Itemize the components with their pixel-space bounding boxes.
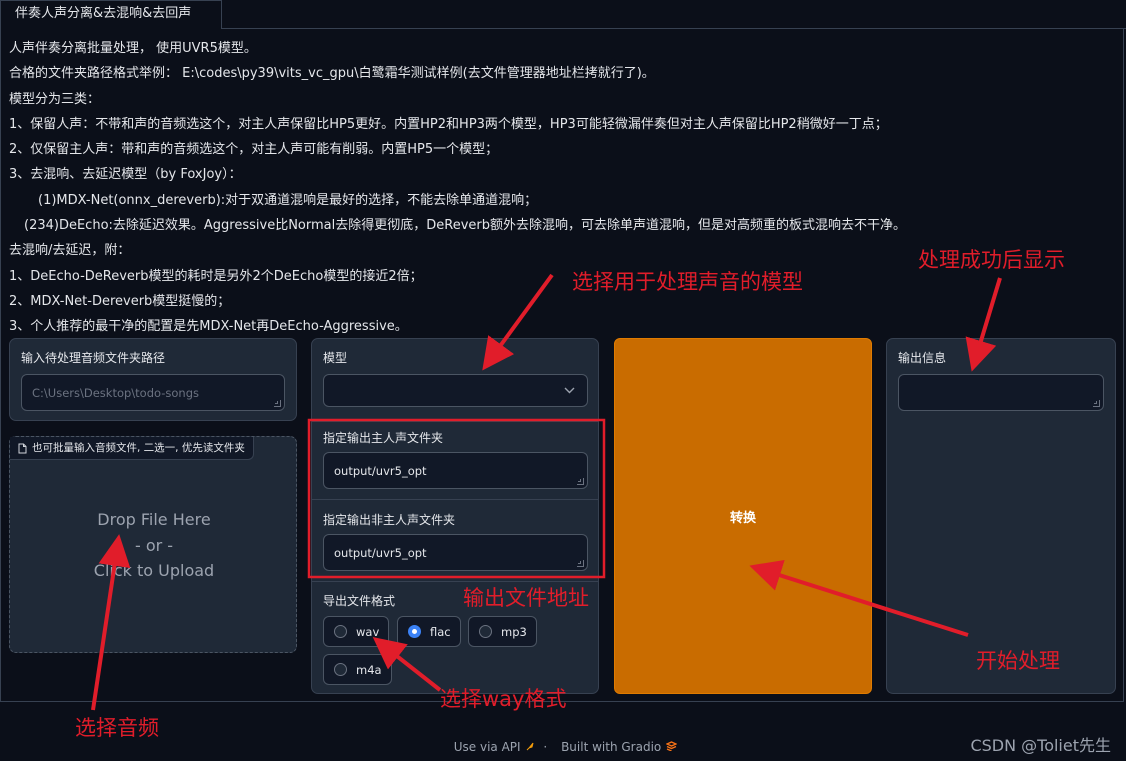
- click-to-upload-text[interactable]: Click to Upload: [10, 558, 298, 584]
- radio-circle: [334, 625, 347, 638]
- convert-button[interactable]: 转换: [614, 338, 872, 694]
- annotation-wav-format: 选择way格式: [440, 687, 567, 711]
- tab-uvr5[interactable]: 伴奏人声分离&去混响&去回声: [0, 0, 222, 28]
- desc-line: (234)DeEcho:去除延迟效果。Aggressive比Normal去除得更…: [24, 218, 906, 234]
- format-option-m4a[interactable]: m4a: [323, 654, 392, 685]
- desc-line: (1)MDX-Net(onnx_dereverb):对于双通道混响是最好的选择，…: [38, 192, 538, 208]
- watermark: CSDN @Toliet先生: [970, 736, 1111, 755]
- annotation-start: 开始处理: [976, 649, 1060, 673]
- instrumental-output-label: 指定输出非主人声文件夹: [323, 513, 456, 527]
- vocal-output-field[interactable]: output/uvr5_opt: [323, 452, 588, 489]
- instrumental-output-field[interactable]: output/uvr5_opt: [323, 534, 588, 571]
- annotation-audio: 选择音频: [75, 716, 159, 740]
- input-folder-field[interactable]: C:\Users\Desktop\todo-songs: [21, 374, 285, 411]
- radio-circle: [334, 663, 347, 676]
- file-icon: [18, 443, 27, 453]
- chevron-down-icon: [564, 387, 575, 394]
- upload-tag: 也可批量输入音频文件, 二选一, 优先读文件夹: [10, 437, 254, 460]
- format-option-label: wav: [356, 624, 380, 639]
- use-via-api-link[interactable]: Use via API: [454, 740, 521, 754]
- desc-line: 3、去混响、去延迟模型（by FoxJoy）：: [9, 167, 242, 183]
- footer-separator: ·: [543, 740, 548, 754]
- rocket-icon: [526, 742, 534, 751]
- annotation-success: 处理成功后显示: [918, 248, 1065, 272]
- output-info-field[interactable]: [898, 374, 1104, 411]
- desc-line: 人声伴奏分离批量处理， 使用UVR5模型。: [9, 41, 257, 56]
- model-dropdown[interactable]: [323, 374, 588, 407]
- format-option-mp3[interactable]: mp3: [468, 616, 537, 647]
- format-option-flac[interactable]: flac: [397, 616, 461, 647]
- annotation-output-path: 输出文件地址: [463, 586, 589, 610]
- format-option-wav[interactable]: wav: [323, 616, 389, 647]
- desc-line: 2、仅保留主人声：带和声的音频选这个，对主人声可能有削弱。内置HP5一个模型；: [9, 142, 499, 158]
- model-label: 模型: [323, 351, 348, 365]
- format-option-label: flac: [430, 624, 451, 639]
- instrumental-output-value: output/uvr5_opt: [334, 545, 427, 560]
- gradio-logo-icon: [665, 741, 678, 752]
- vocal-output-value: output/uvr5_opt: [334, 463, 427, 478]
- format-option-label: m4a: [356, 662, 382, 677]
- desc-line: 3、个人推荐的最干净的配置是先MDX-Net再DeEcho-Aggressive…: [9, 319, 408, 335]
- format-option-label: mp3: [501, 624, 527, 639]
- file-upload-dropzone[interactable]: 也可批量输入音频文件, 二选一, 优先读文件夹 Drop File Here -…: [9, 436, 297, 653]
- tab-bar: 伴奏人声分离&去混响&去回声: [0, 0, 1126, 29]
- tab-label: 伴奏人声分离&去混响&去回声: [15, 6, 192, 21]
- annotation-model: 选择用于处理声音的模型: [572, 270, 803, 294]
- drop-text: Drop File Here: [97, 510, 211, 529]
- output-info-block: 输出信息: [886, 338, 1116, 694]
- input-folder-placeholder: C:\Users\Desktop\todo-songs: [32, 385, 200, 400]
- vocal-output-label: 指定输出主人声文件夹: [323, 431, 444, 445]
- built-with-gradio-link[interactable]: Built with Gradio: [561, 740, 661, 754]
- description: 人声伴奏分离批量处理， 使用UVR5模型。 合格的文件夹路径格式举例： E:\c…: [9, 36, 1109, 340]
- footer: Use via API · Built with Gradio: [0, 740, 1126, 754]
- upload-prompt: Drop File Here - or - Click to Upload: [10, 507, 298, 584]
- input-folder-block: 输入待处理音频文件夹路径 C:\Users\Desktop\todo-songs: [9, 338, 297, 421]
- model-settings-block: 模型 指定输出主人声文件夹 output/uvr5_opt 指定输出非主人声文件…: [311, 338, 599, 694]
- desc-line: 1、保留人声：不带和声的音频选这个，对主人声保留比HP5更好。内置HP2和HP3…: [9, 116, 888, 132]
- desc-line: 2、MDX-Net-Dereverb模型挺慢的；: [9, 293, 231, 309]
- desc-line: 模型分为三类：: [9, 91, 101, 107]
- desc-line: 合格的文件夹路径格式举例： E:\codes\py39\vits_vc_gpu\…: [9, 66, 655, 82]
- format-label: 导出文件格式: [323, 594, 396, 608]
- output-info-label: 输出信息: [898, 351, 947, 365]
- radio-circle-selected: [408, 625, 421, 638]
- or-text: - or -: [134, 535, 174, 555]
- radio-circle: [479, 625, 492, 638]
- convert-button-label: 转换: [729, 510, 756, 526]
- upload-tag-label: 也可批量输入音频文件, 二选一, 优先读文件夹: [32, 442, 245, 454]
- input-folder-label: 输入待处理音频文件夹路径: [21, 351, 166, 365]
